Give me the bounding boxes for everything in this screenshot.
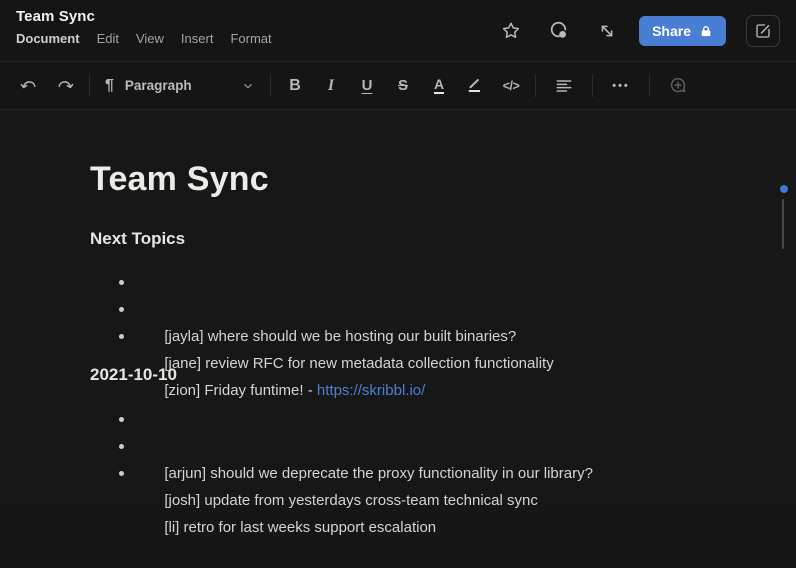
bullet-list: [arjun] should we deprecate the proxy fu… bbox=[119, 406, 593, 487]
list-item-text: [jane] review RFC for new metadata colle… bbox=[164, 355, 553, 372]
bold-button[interactable]: B bbox=[278, 71, 312, 101]
bullet-list: [jayla] where should we be hosting our b… bbox=[119, 269, 554, 350]
formatting-toolbar: ¶ Paragraph B I U S A bbox=[0, 62, 796, 110]
list-item[interactable]: [josh] update from yesterdays cross-team… bbox=[119, 433, 593, 460]
highlight-button[interactable] bbox=[458, 71, 492, 101]
code-icon: </> bbox=[503, 79, 520, 93]
document-title-header: Team Sync bbox=[16, 8, 95, 25]
bullet-dot bbox=[119, 417, 124, 422]
toolbar-divider bbox=[89, 75, 90, 97]
redo-button[interactable] bbox=[48, 71, 82, 101]
skribbl-link[interactable]: https://skribbl.io/ bbox=[317, 382, 425, 399]
star-icon bbox=[500, 20, 522, 42]
toolbar-divider bbox=[592, 75, 593, 97]
header: Team Sync Document Edit View Insert Form… bbox=[0, 0, 796, 62]
expand-diagonal-icon bbox=[597, 21, 617, 41]
bold-icon: B bbox=[289, 77, 301, 95]
list-item-text: [josh] update from yesterdays cross-team… bbox=[164, 492, 538, 509]
bullet-dot bbox=[119, 444, 124, 449]
underline-button[interactable]: U bbox=[350, 71, 384, 101]
list-item[interactable]: [jane] review RFC for new metadata colle… bbox=[119, 296, 554, 323]
underline-icon: U bbox=[362, 77, 373, 94]
expand-button[interactable] bbox=[595, 19, 619, 43]
header-actions: Share bbox=[475, 0, 780, 62]
list-item-text: [zion] Friday funtime! - bbox=[164, 382, 317, 399]
app-window: Team Sync Document Edit View Insert Form… bbox=[0, 0, 796, 504]
strikethrough-icon: S bbox=[398, 77, 408, 94]
favorite-button[interactable] bbox=[499, 19, 523, 43]
list-item[interactable]: [zion] Friday funtime! - https://skribbl… bbox=[119, 323, 554, 350]
text-color-icon: A bbox=[434, 77, 444, 94]
bullet-dot bbox=[119, 334, 124, 339]
undo-icon bbox=[19, 76, 39, 96]
compose-icon bbox=[754, 22, 772, 40]
comment-bubble-icon bbox=[547, 19, 571, 43]
section-heading-next-topics[interactable]: Next Topics bbox=[90, 229, 185, 249]
section-heading-date[interactable]: 2021-10-10 bbox=[90, 365, 177, 385]
undo-button[interactable] bbox=[12, 71, 46, 101]
compose-button[interactable] bbox=[746, 15, 780, 47]
editor-surface[interactable]: Team Sync Next Topics [jayla] where shou… bbox=[0, 110, 796, 503]
redo-icon bbox=[55, 76, 75, 96]
toolbar-divider bbox=[649, 75, 650, 97]
text-color-button[interactable]: A bbox=[422, 71, 456, 101]
highlighter-icon bbox=[465, 76, 485, 96]
menu-format[interactable]: Format bbox=[230, 31, 271, 46]
doc-title[interactable]: Team Sync bbox=[90, 160, 269, 199]
scrollbar-thumb[interactable] bbox=[782, 199, 784, 249]
align-button[interactable] bbox=[547, 71, 581, 101]
code-button[interactable]: </> bbox=[494, 71, 528, 101]
menu-document[interactable]: Document bbox=[16, 31, 80, 46]
list-item[interactable]: [jayla] where should we be hosting our b… bbox=[119, 269, 554, 296]
strikethrough-button[interactable]: S bbox=[386, 71, 420, 101]
toolbar-divider bbox=[270, 75, 271, 97]
menubar: Document Edit View Insert Format bbox=[16, 31, 272, 46]
menu-insert[interactable]: Insert bbox=[181, 31, 214, 46]
italic-icon: I bbox=[328, 77, 334, 95]
add-comment-button[interactable] bbox=[661, 71, 695, 101]
paragraph-style-dropdown[interactable]: ¶ Paragraph bbox=[96, 70, 264, 102]
paragraph-style-label: Paragraph bbox=[125, 78, 192, 93]
menu-view[interactable]: View bbox=[136, 31, 164, 46]
pilcrow-icon: ¶ bbox=[105, 77, 114, 95]
scroll-position-marker bbox=[780, 185, 788, 193]
italic-button[interactable]: I bbox=[314, 71, 348, 101]
more-options-button[interactable]: ••• bbox=[604, 71, 638, 101]
comment-plus-icon bbox=[667, 75, 689, 97]
list-item-text: [li] retro for last weeks support escala… bbox=[164, 519, 436, 536]
list-item[interactable]: [arjun] should we deprecate the proxy fu… bbox=[119, 406, 593, 433]
ellipsis-icon: ••• bbox=[612, 80, 630, 92]
toolbar-divider bbox=[535, 75, 536, 97]
share-button[interactable]: Share bbox=[639, 16, 726, 46]
lock-icon bbox=[699, 24, 713, 39]
align-left-icon bbox=[554, 76, 574, 96]
list-item[interactable]: [li] retro for last weeks support escala… bbox=[119, 460, 593, 487]
menu-edit[interactable]: Edit bbox=[97, 31, 119, 46]
share-label: Share bbox=[652, 23, 691, 39]
chevron-down-icon bbox=[241, 79, 255, 93]
bullet-dot bbox=[119, 280, 124, 285]
bullet-dot bbox=[119, 471, 124, 476]
bullet-dot bbox=[119, 307, 124, 312]
comments-button[interactable] bbox=[547, 19, 571, 43]
